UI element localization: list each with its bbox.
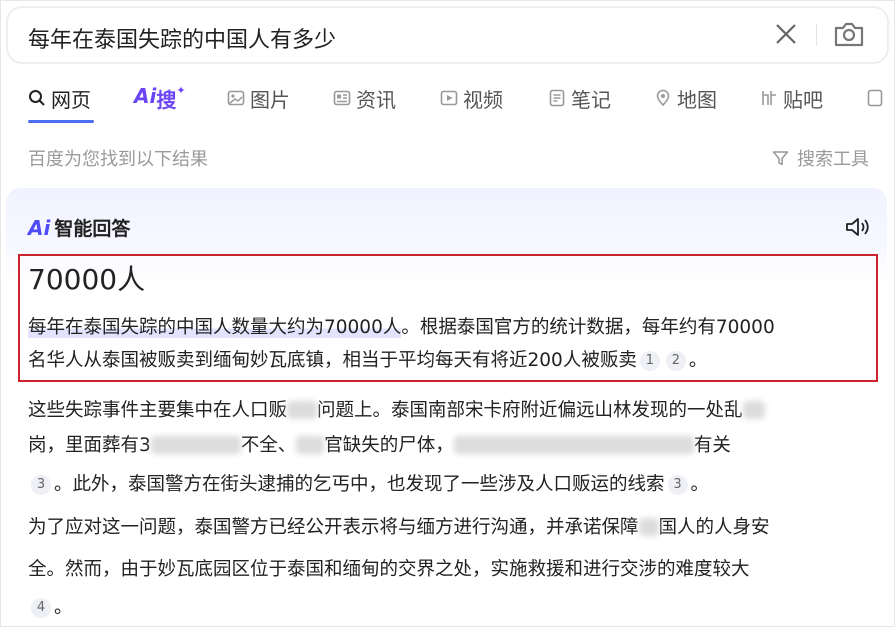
answer-paragraph-line: 为了应对这一问题，泰国警方已经公开表示将与缅方进行沟通，并承诺保障 国人的人身安 bbox=[28, 513, 770, 539]
ai-answer-header: Ai 智能回答 bbox=[28, 214, 130, 241]
tab-web[interactable]: 网页 bbox=[28, 84, 94, 124]
result-count-text: 百度为您找到以下结果 bbox=[28, 149, 208, 170]
tieba-icon bbox=[762, 91, 776, 105]
answer-headline: 70000人 bbox=[28, 263, 146, 296]
tab-more[interactable] bbox=[866, 84, 889, 124]
more-icon bbox=[867, 89, 883, 107]
answer-text: 名华人从泰国被贩卖到缅甸妙瓦底镇，相当于平均每天有将近200人被贩卖 bbox=[28, 350, 637, 371]
citation-badge[interactable]: 1 bbox=[639, 351, 660, 371]
video-icon bbox=[440, 90, 458, 106]
answer-text: 有关 bbox=[693, 435, 731, 456]
tab-label: 图片 bbox=[250, 88, 290, 112]
blurred-text bbox=[287, 401, 318, 419]
search-tabs: 网页 Ai 搜 ✦ 图片 资讯 视频 笔记 地图 贴吧 bbox=[28, 84, 895, 124]
tab-news[interactable]: 资讯 bbox=[333, 84, 396, 124]
tab-tieba[interactable]: 贴吧 bbox=[760, 84, 823, 124]
image-icon bbox=[227, 90, 245, 106]
answer-paragraph-line: 3 。此外，泰国警方在街头逮捕的乞丐中，也发现了一些涉及人口贩运的线索 3。 bbox=[28, 470, 709, 496]
search-input[interactable]: 每年在泰国失踪的中国人有多少 bbox=[28, 22, 336, 54]
tab-ai-search[interactable]: Ai 搜 ✦ bbox=[134, 84, 186, 124]
search-tools-button[interactable]: 搜索工具 bbox=[772, 145, 869, 171]
answer-text: 岗，里面葬有3 bbox=[28, 435, 151, 456]
speaker-icon[interactable] bbox=[845, 216, 871, 238]
answer-text: 国人的人身安 bbox=[658, 517, 770, 538]
highlighted-answer: 70000人 每年在泰国失踪的中国人数量大约为70000人。根据泰国官方的统计数… bbox=[18, 254, 878, 382]
blurred-text bbox=[150, 436, 241, 454]
tab-video[interactable]: 视频 bbox=[440, 84, 503, 124]
answer-highlight: 每年在泰国失踪的中国人数量大约为70000人 bbox=[28, 317, 402, 338]
tab-label: 笔记 bbox=[571, 88, 611, 112]
answer-paragraph-line: 这些失踪事件主要集中在人口贩 问题上。泰国南部宋卡府附近偏远山林发现的一处乱 bbox=[28, 396, 765, 422]
answer-text: 为了应对这一问题，泰国警方已经公开表示将与缅方进行沟通，并承诺保障 bbox=[28, 517, 639, 538]
answer-paragraph-line: 4。 bbox=[28, 593, 73, 619]
citation-badge[interactable]: 3 bbox=[31, 475, 51, 495]
citation-badge[interactable]: 2 bbox=[665, 351, 686, 371]
answer-line: 每年在泰国失踪的中国人数量大约为70000人。根据泰国官方的统计数据，每年约有7… bbox=[28, 313, 775, 339]
ai-icon: Ai bbox=[134, 84, 157, 108]
map-pin-icon bbox=[656, 89, 670, 107]
answer-paragraph-line: 岗，里面葬有3 不全、 官缺失的尸体， 有关 bbox=[28, 431, 731, 457]
search-icon bbox=[29, 90, 45, 106]
tab-label: 视频 bbox=[463, 88, 503, 112]
blurred-text bbox=[742, 401, 765, 419]
note-icon bbox=[549, 89, 565, 107]
answer-text: 。 bbox=[690, 474, 710, 495]
answer-text: 。此外，泰国警方在街头逮捕的乞丐中，也发现了一些涉及人口贩运的线索 bbox=[54, 474, 665, 495]
answer-paragraph-line: 全。然而，由于妙瓦底园区位于泰国和缅甸的交界之处，实施救援和进行交涉的难度较大 bbox=[28, 555, 750, 581]
answer-text: 。根据泰国官方的统计数据，每年约有70000 bbox=[401, 317, 775, 338]
blurred-text bbox=[296, 436, 325, 454]
close-icon[interactable] bbox=[773, 21, 799, 47]
tab-label: 搜 bbox=[156, 88, 177, 112]
search-bar[interactable]: 每年在泰国失踪的中国人有多少 bbox=[6, 6, 889, 64]
divider bbox=[816, 24, 817, 46]
answer-line: 名华人从泰国被贩卖到缅甸妙瓦底镇，相当于平均每天有将近200人被贩卖 1 2。 bbox=[28, 346, 707, 372]
ai-answer-title: 智能回答 bbox=[54, 218, 131, 240]
answer-text: 不全、 bbox=[240, 435, 297, 456]
news-icon bbox=[333, 90, 351, 106]
answer-text: 问题上。泰国南部宋卡府附近偏远山林发现的一处乱 bbox=[317, 400, 743, 421]
blurred-text bbox=[638, 518, 659, 536]
ai-logo: Ai bbox=[28, 215, 51, 240]
tab-map[interactable]: 地图 bbox=[654, 84, 717, 124]
filter-icon bbox=[772, 150, 789, 165]
answer-text: 这些失踪事件主要集中在人口贩 bbox=[28, 400, 288, 421]
tab-label: 贴吧 bbox=[783, 88, 823, 112]
answer-text: 全。然而，由于妙瓦底园区位于泰国和缅甸的交界之处，实施救援和进行交涉的难度较大 bbox=[28, 559, 750, 580]
ai-answer-card: Ai 智能回答 70000人 每年在泰国失踪的中国人数量大约为70000人。根据… bbox=[6, 188, 887, 625]
answer-text: 。 bbox=[688, 350, 708, 371]
tab-label: 地图 bbox=[677, 88, 717, 112]
blurred-text bbox=[453, 436, 694, 454]
active-tab-indicator bbox=[28, 120, 94, 123]
citation-badge[interactable]: 4 bbox=[31, 598, 51, 618]
tab-label: 资讯 bbox=[356, 88, 396, 112]
tab-images[interactable]: 图片 bbox=[227, 84, 290, 124]
answer-text: 官缺失的尸体， bbox=[324, 435, 454, 456]
sparkle-icon: ✦ bbox=[176, 84, 186, 97]
citation-badge[interactable]: 3 bbox=[667, 475, 688, 495]
tab-notes[interactable]: 笔记 bbox=[548, 84, 611, 124]
camera-icon[interactable] bbox=[833, 20, 865, 48]
answer-text: 。 bbox=[54, 597, 73, 618]
tab-label: 网页 bbox=[51, 88, 91, 112]
search-tools-label: 搜索工具 bbox=[797, 149, 869, 170]
